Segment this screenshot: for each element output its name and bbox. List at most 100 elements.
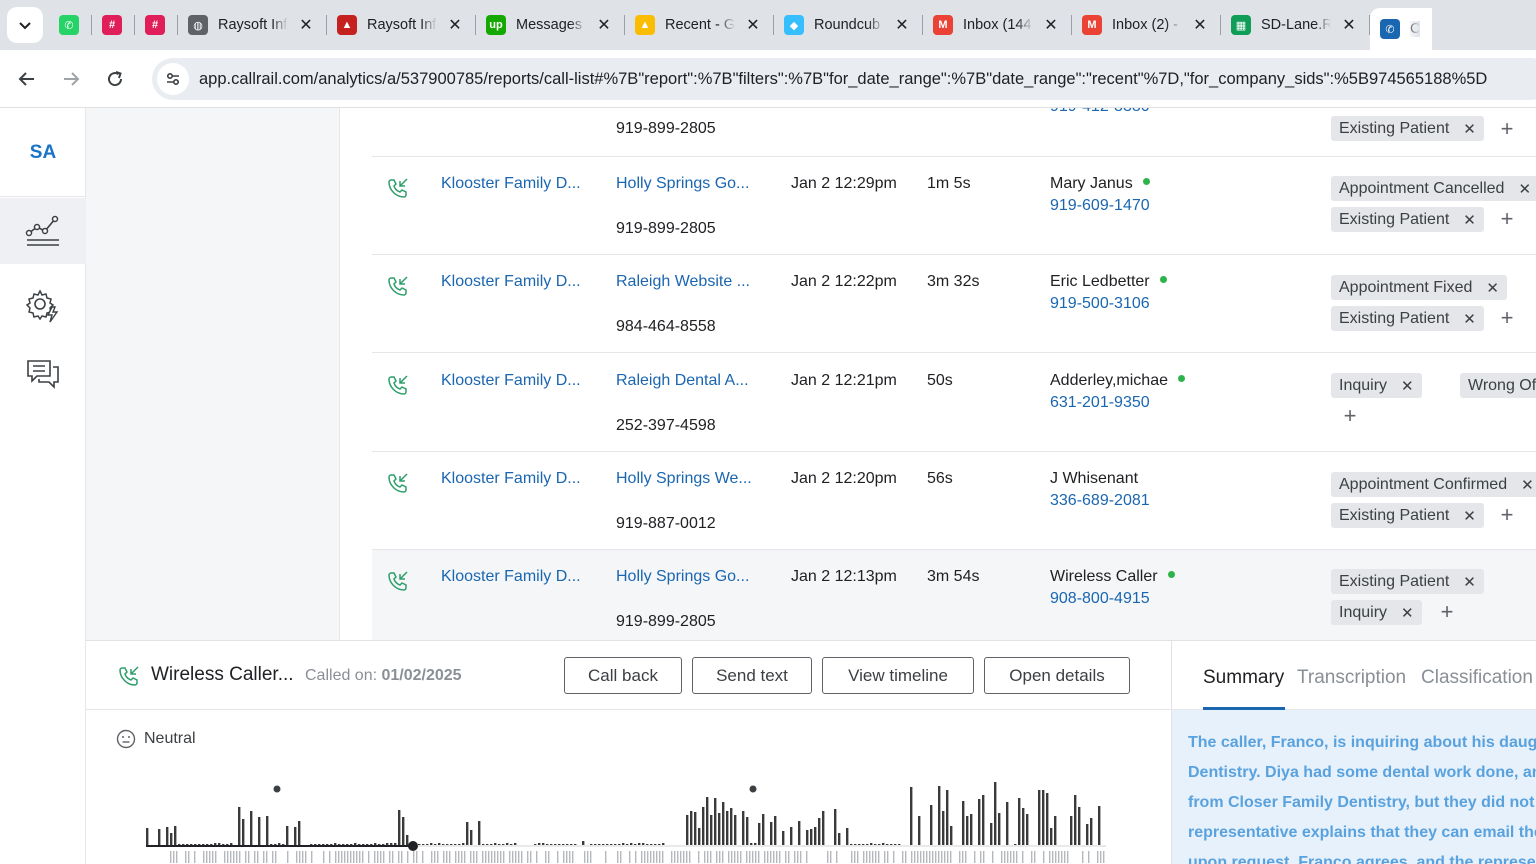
table-row[interactable]: Klooster Family D... Holly Springs Go... 9…: [372, 550, 1536, 640]
waveform-tick: [659, 851, 661, 863]
arrow-right-icon: [64, 71, 80, 86]
caller-number[interactable]: 908-800-4915: [1050, 590, 1150, 608]
close-tab-icon[interactable]: ✕: [745, 15, 761, 35]
sidebar-item-analytics[interactable]: [0, 198, 86, 264]
browser-tab[interactable]: up Messages ✕: [476, 7, 624, 43]
browser-tab[interactable]: M Inbox (2) - ✕: [1072, 7, 1220, 43]
company-link[interactable]: Klooster Family D...: [441, 175, 581, 193]
sidebar-item-messages[interactable]: [0, 340, 86, 406]
remove-tag-icon[interactable]: ✕: [1518, 180, 1531, 198]
browser-tab[interactable]: ✆ C: [1370, 8, 1433, 50]
waveform-bar: [890, 844, 893, 845]
remove-tag-icon[interactable]: ✕: [1463, 507, 1476, 525]
source-link[interactable]: Raleigh Website ...: [616, 273, 750, 291]
playhead-handle[interactable]: [408, 841, 418, 851]
add-tag-button[interactable]: +: [1497, 208, 1517, 230]
source-link[interactable]: Raleigh Dental A...: [616, 372, 749, 390]
audio-waveform[interactable]: [136, 781, 1116, 864]
close-tab-icon[interactable]: ✕: [298, 15, 314, 35]
forward-button[interactable]: [53, 61, 89, 97]
browser-tab[interactable]: ▲ Raysoft Inf ✕: [327, 7, 475, 43]
waveform-bar: [330, 844, 333, 845]
close-tab-icon[interactable]: ✕: [447, 15, 463, 35]
caller-number[interactable]: 919-500-3106: [1050, 295, 1150, 313]
browser-tab[interactable]: #: [135, 7, 177, 43]
tab-title: Raysoft Inf: [218, 17, 288, 33]
account-logo[interactable]: SA: [0, 142, 86, 164]
remove-tag-icon[interactable]: ✕: [1463, 310, 1476, 328]
waveform-tick: [335, 851, 337, 863]
company-link[interactable]: Klooster Family D...: [441, 568, 581, 586]
close-tab-icon[interactable]: ✕: [596, 15, 612, 35]
company-link[interactable]: Klooster Family D...: [441, 273, 581, 291]
table-row[interactable]: Klooster Family D... Raleigh Website ... 9…: [372, 255, 1536, 353]
browser-tab[interactable]: ▦ SD-Lane.R ✕: [1221, 7, 1369, 43]
waveform-bar: [534, 844, 537, 845]
add-tag-button[interactable]: +: [1497, 504, 1517, 526]
tag-chip: Existing Patient ✕: [1331, 207, 1484, 232]
waveform-marker[interactable]: [749, 785, 757, 793]
source-link[interactable]: Holly Springs Go...: [616, 175, 749, 193]
browser-tab[interactable]: ◆ Roundcub ✕: [774, 7, 922, 43]
open-details-button[interactable]: Open details: [984, 657, 1130, 694]
company-link[interactable]: Klooster Family D...: [441, 470, 581, 488]
site-info-button[interactable]: [157, 63, 189, 95]
waveform-marker[interactable]: [273, 785, 281, 793]
call-detail-header: Wireless Caller... Called on: 01/02/2025…: [86, 641, 1172, 710]
close-tab-icon[interactable]: ✕: [1043, 15, 1059, 35]
school-icon: ▲: [337, 15, 357, 35]
send-text-button[interactable]: Send text: [692, 657, 812, 694]
address-bar[interactable]: app.callrail.com/analytics/a/537900785/r…: [152, 58, 1536, 100]
browser-tab[interactable]: ▲ Recent - G ✕: [625, 7, 773, 43]
close-tab-icon[interactable]: ✕: [1192, 15, 1208, 35]
company-link[interactable]: Klooster Family D...: [441, 372, 581, 390]
waveform-bar: [274, 844, 277, 845]
waveform-bar: [1070, 816, 1073, 845]
waveform-bar: [210, 844, 213, 845]
remove-tag-icon[interactable]: ✕: [1463, 573, 1476, 591]
sidebar-item-settings[interactable]: [0, 272, 86, 338]
waveform-tick: [275, 851, 277, 863]
tab-classification[interactable]: Classification: [1421, 667, 1533, 689]
remove-tag-icon[interactable]: ✕: [1463, 211, 1476, 229]
reload-button[interactable]: [97, 61, 133, 97]
caller-number[interactable]: 336-689-2081: [1050, 492, 1150, 510]
table-row[interactable]: 919-412-3380 919-899-2805 Existing Patie…: [372, 108, 1536, 157]
waveform-tick: [398, 851, 400, 863]
add-tag-button[interactable]: +: [1340, 405, 1360, 427]
view-timeline-button[interactable]: View timeline: [822, 657, 974, 694]
waveform-bar: [742, 811, 745, 845]
waveform-tick: [239, 851, 241, 863]
table-row[interactable]: Klooster Family D... Holly Springs Go... 9…: [372, 157, 1536, 255]
waveform-tick: [680, 851, 682, 863]
remove-tag-icon[interactable]: ✕: [1463, 120, 1476, 138]
waveform-bar: [970, 814, 973, 845]
source-link[interactable]: Holly Springs Go...: [616, 568, 749, 586]
table-row[interactable]: Klooster Family D... Raleigh Dental A... 2…: [372, 354, 1536, 452]
source-link[interactable]: Holly Springs We...: [616, 470, 752, 488]
waveform-bar: [314, 844, 317, 845]
tab-search-button[interactable]: [7, 7, 43, 43]
remove-tag-icon[interactable]: ✕: [1521, 476, 1534, 494]
add-tag-button[interactable]: +: [1497, 118, 1517, 140]
call-back-button[interactable]: Call back: [564, 657, 682, 694]
tab-summary[interactable]: Summary: [1203, 667, 1284, 689]
remove-tag-icon[interactable]: ✕: [1401, 604, 1414, 622]
url-text[interactable]: app.callrail.com/analytics/a/537900785/r…: [199, 70, 1487, 89]
tab-transcription[interactable]: Transcription: [1297, 667, 1406, 689]
remove-tag-icon[interactable]: ✕: [1486, 279, 1499, 297]
browser-tab[interactable]: ✆: [49, 7, 91, 43]
browser-tab[interactable]: #: [92, 7, 134, 43]
table-row[interactable]: Klooster Family D... Holly Springs We... 9…: [372, 452, 1536, 550]
caller-number[interactable]: 919-609-1470: [1050, 197, 1150, 215]
caller-number[interactable]: 631-201-9350: [1050, 394, 1150, 412]
remove-tag-icon[interactable]: ✕: [1401, 377, 1414, 395]
close-tab-icon[interactable]: ✕: [894, 15, 910, 35]
back-button[interactable]: [9, 61, 45, 97]
add-tag-button[interactable]: +: [1497, 307, 1517, 329]
close-tab-icon[interactable]: ✕: [1341, 15, 1357, 35]
browser-tab[interactable]: ◍ Raysoft Inf ✕: [178, 7, 326, 43]
browser-tab[interactable]: M Inbox (144 ✕: [923, 7, 1071, 43]
caller-number[interactable]: 919-412-3380: [1050, 108, 1150, 116]
add-tag-button[interactable]: +: [1437, 601, 1457, 623]
